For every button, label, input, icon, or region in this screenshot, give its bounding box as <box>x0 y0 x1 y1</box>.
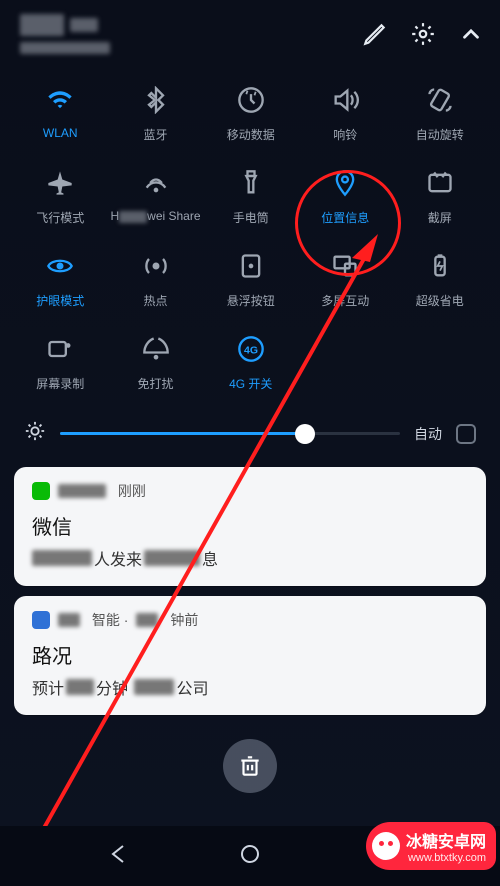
chevron-up-icon[interactable] <box>458 21 484 47</box>
notification-title: 微信 <box>32 511 468 540</box>
trash-icon <box>237 753 263 779</box>
qs-label: 蓝牙 <box>144 126 168 143</box>
qs-label: 超级省电 <box>416 292 464 309</box>
notification-card[interactable]: 智能 · 钟前路况预计分钟 公司 <box>14 596 486 715</box>
nav-home[interactable] <box>238 842 262 871</box>
qs-tile-screenshot[interactable]: 截屏 <box>396 167 485 226</box>
multiscreen-icon <box>329 250 361 282</box>
qs-tile-wlan[interactable]: WLAN <box>16 84 104 143</box>
watermark-url: www.btxtky.com <box>408 852 486 864</box>
app-icon <box>32 611 50 629</box>
notification-list: 刚刚微信人发来息 智能 · 钟前路况预计分钟 公司 <box>0 461 500 715</box>
qs-label: 多屏互动 <box>321 292 369 309</box>
qs-label: 护眼模式 <box>36 292 84 309</box>
qs-label: 屏幕录制 <box>36 375 84 392</box>
notification-title: 路况 <box>32 640 468 669</box>
qs-tile-hotspot[interactable]: 热点 <box>110 250 200 309</box>
qs-label: 截屏 <box>428 209 452 226</box>
sound-icon <box>329 84 361 116</box>
notification-header: 智能 · 钟前 <box>32 610 468 630</box>
qs-label: WLAN <box>43 126 78 140</box>
qs-tile-super-save[interactable]: 超级省电 <box>396 250 485 309</box>
qs-tile-bluetooth[interactable]: 蓝牙 <box>110 84 200 143</box>
qs-tile-auto-rotate[interactable]: 自动旋转 <box>396 84 485 143</box>
qs-tile-airplane[interactable]: 飞行模式 <box>16 167 104 226</box>
rotate-icon <box>424 84 456 116</box>
flashlight-icon <box>235 167 267 199</box>
share-icon <box>140 167 172 199</box>
brightness-row: 自动 <box>0 400 500 461</box>
qs-label: 响铃 <box>333 126 357 143</box>
watermark-badge: 冰糖安卓网 www.btxtky.com <box>366 822 496 870</box>
wifi-icon <box>44 84 76 116</box>
qs-label: Hwei Share <box>110 209 200 223</box>
bluetooth-icon <box>140 84 172 116</box>
brightness-icon <box>24 420 46 447</box>
watermark-brand: 冰糖安卓网 <box>406 828 486 852</box>
app-icon <box>32 482 50 500</box>
data-icon <box>235 84 267 116</box>
status-header <box>0 0 500 60</box>
qs-label: 飞行模式 <box>36 209 84 226</box>
qs-label: 手电筒 <box>233 209 269 226</box>
qs-tile-huawei-share[interactable]: Hwei Share <box>110 167 200 226</box>
dnd-icon <box>140 333 172 365</box>
brightness-auto-label: 自动 <box>414 424 442 444</box>
notification-body: 人发来息 <box>32 546 468 570</box>
qs-label: 移动数据 <box>227 126 275 143</box>
clear-all-button[interactable] <box>223 739 277 793</box>
qs-tile-flashlight[interactable]: 手电筒 <box>207 167 295 226</box>
qs-tile-multi-screen[interactable]: 多屏互动 <box>301 250 389 309</box>
quick-settings-grid: WLAN 蓝牙 移动数据 响铃 自动旋转飞行模式 Hwei Share 手电筒 位置信息 截屏护… <box>0 60 500 400</box>
qs-tile-ring[interactable]: 响铃 <box>301 84 389 143</box>
brightness-auto-checkbox[interactable] <box>456 424 476 444</box>
watermark-mascot-icon <box>372 832 400 860</box>
qs-label: 热点 <box>144 292 168 309</box>
qs-tile-screen-record[interactable]: 屏幕录制 <box>16 333 104 392</box>
notification-body: 预计分钟 公司 <box>32 675 468 699</box>
qs-tile-mobile-data[interactable]: 移动数据 <box>207 84 295 143</box>
qs-tile-dnd[interactable]: 免打扰 <box>110 333 200 392</box>
notification-card[interactable]: 刚刚微信人发来息 <box>14 467 486 586</box>
qs-tile-float-button[interactable]: 悬浮按钮 <box>207 250 295 309</box>
edit-icon[interactable] <box>362 21 388 47</box>
gear-icon[interactable] <box>410 21 436 47</box>
qs-label: 自动旋转 <box>416 126 464 143</box>
float-icon <box>235 250 267 282</box>
nav-back[interactable] <box>107 842 131 871</box>
brightness-slider[interactable] <box>60 432 400 435</box>
qs-label: 位置信息 <box>321 209 369 226</box>
qs-tile-location[interactable]: 位置信息 <box>301 167 389 226</box>
qs-tile-4g-switch[interactable]: 4G 开关 <box>207 333 295 392</box>
qs-label: 悬浮按钮 <box>227 292 275 309</box>
record-icon <box>44 333 76 365</box>
hotspot-icon <box>140 250 172 282</box>
fourg-icon <box>235 333 267 365</box>
qs-label: 免打扰 <box>138 375 174 392</box>
eye-icon <box>44 250 76 282</box>
screenshot-icon <box>424 167 456 199</box>
airplane-icon <box>44 167 76 199</box>
notification-header: 刚刚 <box>32 481 468 501</box>
battery-icon <box>424 250 456 282</box>
qs-tile-eye-comfort[interactable]: 护眼模式 <box>16 250 104 309</box>
location-icon <box>329 167 361 199</box>
qs-label: 4G 开关 <box>229 375 272 392</box>
